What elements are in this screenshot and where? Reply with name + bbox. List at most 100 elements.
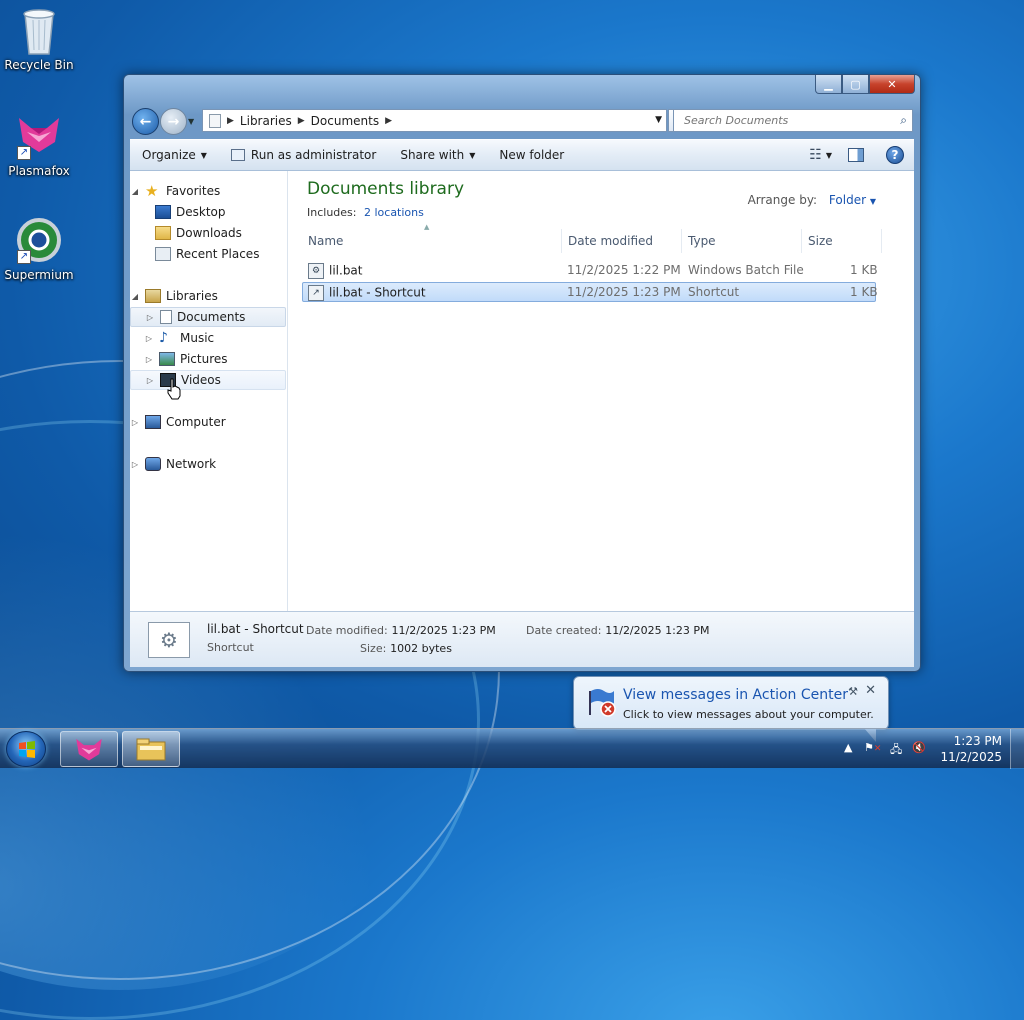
- nav-item-libraries[interactable]: ◢ Libraries: [130, 286, 286, 306]
- clock-time[interactable]: 1:23 PM: [954, 734, 1002, 748]
- file-row-selected[interactable]: ↗ lil.bat - Shortcut 11/2/2025 1:23 PM Sh…: [302, 282, 878, 302]
- expand-arrow-icon[interactable]: ▷: [144, 355, 154, 364]
- file-size: 1 KB: [850, 285, 878, 299]
- run-as-administrator-button[interactable]: Run as administrator: [230, 148, 377, 162]
- size-value[interactable]: 1002 bytes: [390, 642, 452, 655]
- collapse-arrow-icon[interactable]: ◢: [130, 292, 140, 301]
- help-icon[interactable]: ?: [886, 146, 904, 164]
- breadcrumb-chevron-icon[interactable]: ▶: [385, 116, 392, 126]
- breadcrumb-chevron-icon[interactable]: ▶: [298, 116, 305, 126]
- start-button[interactable]: [6, 731, 46, 767]
- date-modified-value[interactable]: 11/2/2025 1:23 PM: [392, 624, 496, 637]
- maximize-button[interactable]: ▢: [842, 75, 869, 94]
- show-desktop-button[interactable]: [1010, 729, 1024, 769]
- column-header-size[interactable]: Size: [802, 229, 882, 253]
- recent-pages-dropdown[interactable]: ▼: [188, 117, 194, 126]
- nav-item-label: Libraries: [166, 289, 218, 303]
- address-bar[interactable]: ▶ Libraries ▶ Documents ▶ ▼: [202, 109, 667, 132]
- back-button[interactable]: ←: [132, 108, 159, 135]
- desktop-icon-label: Recycle Bin: [4, 58, 74, 72]
- options-wrench-icon[interactable]: ⚒: [848, 685, 858, 698]
- column-header-name[interactable]: Name ▲: [302, 223, 562, 253]
- expand-arrow-icon[interactable]: ▷: [144, 334, 154, 343]
- library-includes: Includes: 2 locations: [307, 206, 424, 219]
- network-icon: [145, 457, 161, 471]
- file-name: lil.bat: [329, 263, 363, 278]
- nav-item-favorites[interactable]: ◢ ★ Favorites: [130, 181, 286, 201]
- windows-logo-icon: [19, 741, 35, 758]
- preview-pane-icon[interactable]: [848, 148, 864, 162]
- plasmafox-icon: ↗: [15, 112, 63, 160]
- breadcrumb-chevron-icon[interactable]: ▶: [227, 116, 234, 126]
- new-folder-label: New folder: [499, 148, 565, 162]
- organize-label: Organize: [142, 148, 196, 162]
- notification-title[interactable]: View messages in Action Center: [623, 687, 848, 703]
- column-header-label: Date modified: [568, 234, 654, 248]
- date-created-value[interactable]: 11/2/2025 1:23 PM: [605, 624, 709, 637]
- arrange-by-dropdown[interactable]: Folder ▼: [829, 193, 876, 207]
- content-area: ◢ ★ Favorites Desktop Downloads Recent P…: [130, 171, 914, 611]
- action-center-notification[interactable]: View messages in Action Center Click to …: [573, 676, 889, 730]
- close-button[interactable]: ✕: [869, 75, 915, 94]
- clock-date[interactable]: 11/2/2025: [940, 750, 1002, 764]
- window-controls: ▁ ▢ ✕: [815, 75, 915, 94]
- desktop-icon-plasmafox[interactable]: ↗ Plasmafox: [1, 112, 77, 178]
- nav-item-network[interactable]: ▷ Network: [130, 454, 286, 474]
- new-folder-button[interactable]: New folder: [499, 148, 564, 162]
- library-title: Documents library: [307, 179, 465, 199]
- minimize-icon: ▁: [824, 77, 833, 91]
- show-hidden-icons-icon[interactable]: ▲: [844, 741, 852, 754]
- nav-item-videos[interactable]: ▷ Videos: [130, 370, 286, 390]
- column-header-label: Name: [308, 234, 344, 248]
- expand-arrow-icon[interactable]: ▷: [145, 313, 155, 322]
- search-input[interactable]: [682, 113, 882, 128]
- forward-button[interactable]: →: [160, 108, 187, 135]
- taskbar-windows-explorer[interactable]: [122, 731, 180, 767]
- nav-item-computer[interactable]: ▷ Computer: [130, 412, 286, 432]
- nav-item-label: Computer: [166, 415, 226, 429]
- size-label: Size:: [360, 642, 387, 655]
- change-view-icon[interactable]: ☷: [809, 147, 822, 163]
- taskbar-plasmafox[interactable]: [60, 731, 118, 767]
- file-row[interactable]: ⚙ lil.bat 11/2/2025 1:22 PM Windows Batch…: [302, 261, 878, 281]
- notification-close-icon[interactable]: ✕: [865, 683, 876, 698]
- address-dropdown-icon[interactable]: ▼: [655, 115, 662, 125]
- organize-button[interactable]: Organize ▼: [142, 148, 207, 162]
- nav-item-documents[interactable]: ▷ Documents: [130, 307, 286, 327]
- locations-link[interactable]: 2 locations: [364, 206, 424, 219]
- column-header-date-modified[interactable]: Date modified: [562, 229, 682, 253]
- desktop-icon-label: Plasmafox: [8, 164, 70, 178]
- chevron-down-icon: ▼: [869, 197, 876, 206]
- includes-label: Includes:: [307, 206, 357, 219]
- nav-item-downloads[interactable]: Downloads: [130, 223, 286, 243]
- breadcrumb-libraries[interactable]: Libraries: [240, 114, 292, 128]
- nav-item-pictures[interactable]: ▷ Pictures: [130, 349, 286, 369]
- search-box[interactable]: ⌕: [673, 109, 913, 132]
- action-center-tray-icon[interactable]: ⚑✕: [864, 741, 881, 754]
- share-with-button[interactable]: Share with ▼: [400, 148, 475, 162]
- search-icon[interactable]: ⌕: [900, 113, 907, 128]
- file-type: Shortcut: [688, 285, 740, 299]
- chevron-down-icon[interactable]: ▼: [826, 151, 832, 160]
- documents-icon: [160, 310, 172, 324]
- desktop-icon-supermium[interactable]: ↗ Supermium: [1, 216, 77, 282]
- expand-arrow-icon[interactable]: ▷: [130, 418, 140, 427]
- expand-arrow-icon[interactable]: ▷: [145, 376, 155, 385]
- volume-muted-icon[interactable]: 🔇: [912, 741, 926, 754]
- column-header-type[interactable]: Type: [682, 229, 802, 253]
- breadcrumb-documents[interactable]: Documents: [311, 114, 379, 128]
- nav-item-recent-places[interactable]: Recent Places: [130, 244, 286, 264]
- nav-item-music[interactable]: ▷ ♪ Music: [130, 328, 286, 348]
- file-date: 11/2/2025 1:22 PM: [567, 263, 681, 277]
- desktop-icon-recycle-bin[interactable]: Recycle Bin: [1, 6, 77, 72]
- expand-arrow-icon[interactable]: ▷: [130, 460, 140, 469]
- arrange-label: Arrange by:: [747, 193, 818, 207]
- network-tray-icon[interactable]: 🖧: [890, 741, 902, 760]
- details-size: Size: 1002 bytes: [360, 641, 452, 655]
- nav-item-desktop[interactable]: Desktop: [130, 202, 286, 222]
- collapse-arrow-icon[interactable]: ◢: [130, 187, 140, 196]
- run-as-admin-label: Run as administrator: [250, 148, 377, 162]
- supermium-icon: ↗: [15, 216, 63, 264]
- forward-arrow-icon: →: [167, 113, 180, 130]
- minimize-button[interactable]: ▁: [815, 75, 842, 94]
